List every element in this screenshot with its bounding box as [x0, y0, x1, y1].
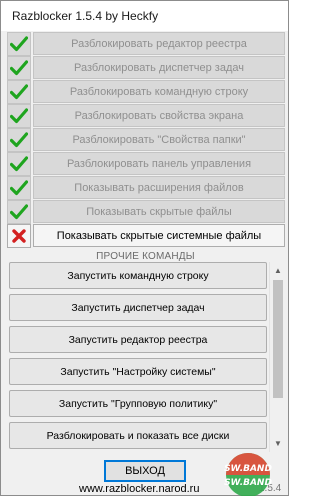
command-button[interactable]: Запустить командную строку	[9, 262, 267, 289]
toggle-row: Разблокировать панель управления	[7, 152, 285, 176]
commands-list: Запустить командную строку Запустить дисп…	[7, 262, 268, 452]
toggle-row: Разблокировать "Свойства папки"	[7, 128, 285, 152]
toggle-button[interactable]: Показывать скрытые файлы	[33, 200, 285, 223]
toggle-list: Разблокировать редактор реестра Разблокир…	[7, 32, 285, 248]
commands-panel: Запустить командную строку Запустить дисп…	[7, 262, 285, 452]
toggle-button[interactable]: Разблокировать свойства экрана	[33, 104, 285, 127]
toggle-row: Показывать скрытые файлы	[7, 200, 285, 224]
green-check-icon	[7, 32, 31, 56]
green-check-icon	[7, 176, 31, 200]
window-title: Razblocker 1.5.4 by Heckfy	[12, 9, 159, 23]
sw-band-watermark-logo: SW.BAND SW.BAND	[224, 453, 272, 496]
toggle-button[interactable]: Показывать скрытые системные файлы	[33, 224, 285, 247]
toggle-row: Разблокировать свойства экрана	[7, 104, 285, 128]
toggle-row: Показывать скрытые системные файлы	[7, 224, 285, 248]
toggle-button[interactable]: Разблокировать командную строку	[33, 80, 285, 103]
toggle-button[interactable]: Разблокировать панель управления	[33, 152, 285, 175]
website-link[interactable]: www.razblocker.narod.ru	[79, 483, 199, 495]
toggle-row: Разблокировать редактор реестра	[7, 32, 285, 56]
toggle-button[interactable]: Разблокировать диспетчер задач	[33, 56, 285, 79]
green-check-icon	[7, 56, 31, 80]
command-button[interactable]: Запустить редактор реестра	[9, 326, 267, 353]
watermark-bottom-text: SW.BAND	[224, 478, 272, 488]
toggle-button[interactable]: Разблокировать редактор реестра	[33, 32, 285, 55]
toggle-button[interactable]: Показывать расширения файлов	[33, 176, 285, 199]
other-commands-heading: ПРОЧИЕ КОМАНДЫ	[96, 251, 195, 262]
green-check-icon	[7, 128, 31, 152]
scroll-thumb[interactable]	[273, 280, 283, 398]
watermark-top-text: SW.BAND	[224, 464, 272, 474]
commands-scrollbar[interactable]: ▲ ▼	[269, 262, 285, 452]
green-check-icon	[7, 80, 31, 104]
title-bar[interactable]: Razblocker 1.5.4 by Heckfy	[1, 1, 288, 31]
toggle-row: Показывать расширения файлов	[7, 176, 285, 200]
red-cross-icon	[7, 224, 31, 248]
green-check-icon	[7, 152, 31, 176]
scroll-up-arrow-icon[interactable]: ▲	[270, 262, 285, 279]
command-button[interactable]: Запустить "Настройку системы"	[9, 358, 267, 385]
toggle-button[interactable]: Разблокировать "Свойства папки"	[33, 128, 285, 151]
green-check-icon	[7, 104, 31, 128]
toggle-row: Разблокировать диспетчер задач	[7, 56, 285, 80]
toggle-row: Разблокировать командную строку	[7, 80, 285, 104]
exit-button[interactable]: ВЫХОД	[104, 460, 186, 482]
command-button[interactable]: Запустить "Групповую политику"	[9, 390, 267, 417]
command-button[interactable]: Запустить диспетчер задач	[9, 294, 267, 321]
green-check-icon	[7, 200, 31, 224]
app-window: Razblocker 1.5.4 by Heckfy Разблокироват…	[0, 0, 289, 496]
